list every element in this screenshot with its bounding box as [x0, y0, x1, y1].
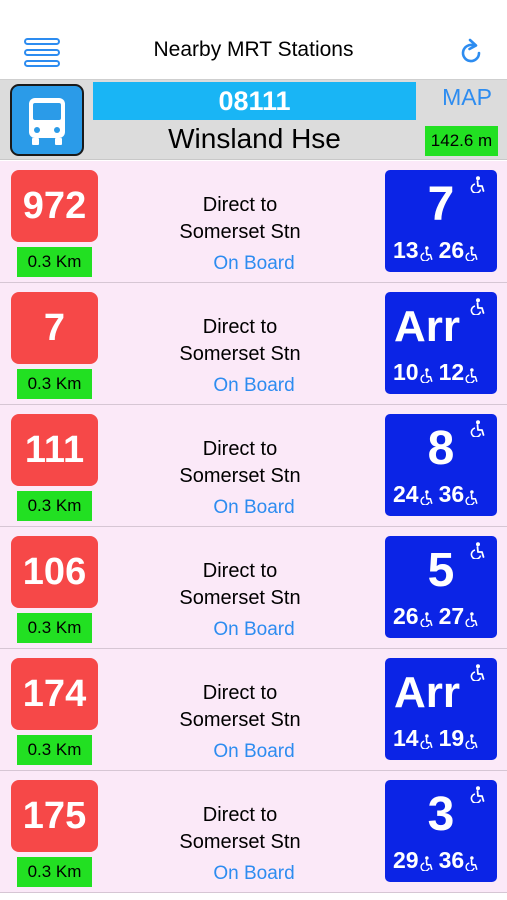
- destination-line1: Direct to: [202, 438, 278, 460]
- destination-line2: Somerset Stn: [179, 709, 301, 731]
- stop-name: Winsland Hse: [168, 123, 341, 154]
- third-arrival: 27: [438, 603, 465, 629]
- second-arrival: 24: [393, 481, 419, 507]
- navigation-bar: Nearby MRT Stations: [0, 0, 507, 80]
- second-arrival: 10: [393, 359, 419, 385]
- third-arrival: 36: [438, 847, 465, 873]
- arrival-panel: Arr 10 12: [385, 292, 497, 394]
- wheelchair-icon: [469, 420, 485, 438]
- on-board-link[interactable]: On Board: [150, 741, 358, 763]
- bus-service-row[interactable]: 106 0.3 Km Direct to Somerset Stn On Board 5 2…: [0, 527, 507, 649]
- bus-stop-header: 08111 Winsland Hse MAP 142.6 m: [0, 80, 507, 160]
- wheelchair-icon: [419, 605, 433, 628]
- bus-icon: [10, 84, 84, 156]
- service-distance-badge: 0.3 Km: [17, 369, 92, 399]
- wheelchair-icon: [464, 849, 478, 872]
- on-board-link[interactable]: On Board: [150, 619, 358, 641]
- bus-service-row[interactable]: 111 0.3 Km Direct to Somerset Stn On Board 8 2…: [0, 405, 507, 527]
- wheelchair-icon: [464, 239, 478, 262]
- destination-line2: Somerset Stn: [179, 465, 301, 487]
- service-number: 106: [11, 536, 98, 608]
- destination-line2: Somerset Stn: [179, 221, 301, 243]
- wheelchair-icon: [469, 664, 485, 682]
- subsequent-arrivals: 10 12: [393, 358, 495, 386]
- destination-line1: Direct to: [202, 194, 278, 216]
- destination-line2: Somerset Stn: [179, 831, 301, 853]
- service-number: 175: [11, 780, 98, 852]
- third-arrival: 36: [438, 481, 465, 507]
- destination: Direct to Somerset Stn: [150, 802, 330, 856]
- third-arrival: 19: [438, 725, 465, 751]
- destination-line1: Direct to: [202, 804, 278, 826]
- second-arrival: 13: [393, 237, 419, 263]
- wheelchair-icon: [419, 849, 433, 872]
- next-arrival: Arr: [393, 302, 461, 351]
- wheelchair-icon: [419, 483, 433, 506]
- arrival-panel: 5 26 27: [385, 536, 497, 638]
- wheelchair-icon: [464, 605, 478, 628]
- bus-service-row[interactable]: 7 0.3 Km Direct to Somerset Stn On Board Arr 1…: [0, 283, 507, 405]
- wheelchair-icon: [469, 176, 485, 194]
- service-distance-badge: 0.3 Km: [17, 857, 92, 887]
- destination: Direct to Somerset Stn: [150, 314, 330, 368]
- subsequent-arrivals: 29 36: [393, 846, 495, 874]
- bus-arrival-list: 972 0.3 Km Direct to Somerset Stn On Board 7 1…: [0, 161, 507, 893]
- service-number: 174: [11, 658, 98, 730]
- service-distance-badge: 0.3 Km: [17, 491, 92, 521]
- on-board-link[interactable]: On Board: [150, 375, 358, 397]
- wheelchair-icon: [419, 239, 433, 262]
- on-board-link[interactable]: On Board: [150, 253, 358, 275]
- service-distance-badge: 0.3 Km: [17, 247, 92, 277]
- destination-line1: Direct to: [202, 682, 278, 704]
- refresh-icon[interactable]: [456, 38, 486, 68]
- destination-line1: Direct to: [202, 560, 278, 582]
- arrival-panel: 8 24 36: [385, 414, 497, 516]
- service-number: 972: [11, 170, 98, 242]
- next-arrival: Arr: [393, 668, 461, 717]
- service-number: 111: [11, 414, 98, 486]
- wheelchair-icon: [469, 542, 485, 560]
- destination: Direct to Somerset Stn: [150, 558, 330, 612]
- second-arrival: 29: [393, 847, 419, 873]
- wheelchair-icon: [469, 786, 485, 804]
- stop-distance-badge: 142.6 m: [425, 126, 498, 156]
- wheelchair-icon: [469, 298, 485, 316]
- subsequent-arrivals: 24 36: [393, 480, 495, 508]
- third-arrival: 12: [438, 359, 465, 385]
- arrival-panel: 7 13 26: [385, 170, 497, 272]
- destination-line2: Somerset Stn: [179, 587, 301, 609]
- bus-service-row[interactable]: 175 0.3 Km Direct to Somerset Stn On Board 3 2…: [0, 771, 507, 893]
- second-arrival: 26: [393, 603, 419, 629]
- wheelchair-icon: [464, 361, 478, 384]
- service-distance-badge: 0.3 Km: [17, 735, 92, 765]
- service-number: 7: [11, 292, 98, 364]
- destination: Direct to Somerset Stn: [150, 192, 330, 246]
- service-distance-badge: 0.3 Km: [17, 613, 92, 643]
- wheelchair-icon: [464, 483, 478, 506]
- second-arrival: 14: [393, 725, 419, 751]
- bus-service-row[interactable]: 972 0.3 Km Direct to Somerset Stn On Board 7 1…: [0, 161, 507, 283]
- arrival-panel: 3 29 36: [385, 780, 497, 882]
- wheelchair-icon: [464, 727, 478, 750]
- subsequent-arrivals: 13 26: [393, 236, 495, 264]
- destination: Direct to Somerset Stn: [150, 436, 330, 490]
- bus-service-row[interactable]: 174 0.3 Km Direct to Somerset Stn On Board Ar…: [0, 649, 507, 771]
- map-button[interactable]: MAP: [428, 84, 506, 111]
- on-board-link[interactable]: On Board: [150, 497, 358, 519]
- wheelchair-icon: [419, 727, 433, 750]
- third-arrival: 26: [438, 237, 465, 263]
- subsequent-arrivals: 26 27: [393, 602, 495, 630]
- stop-code: 08111: [93, 82, 416, 120]
- destination-line1: Direct to: [202, 316, 278, 338]
- arrival-panel: Arr 14 19: [385, 658, 497, 760]
- destination: Direct to Somerset Stn: [150, 680, 330, 734]
- page-title: Nearby MRT Stations: [153, 38, 354, 61]
- wheelchair-icon: [419, 361, 433, 384]
- destination-line2: Somerset Stn: [179, 343, 301, 365]
- subsequent-arrivals: 14 19: [393, 724, 495, 752]
- on-board-link[interactable]: On Board: [150, 863, 358, 885]
